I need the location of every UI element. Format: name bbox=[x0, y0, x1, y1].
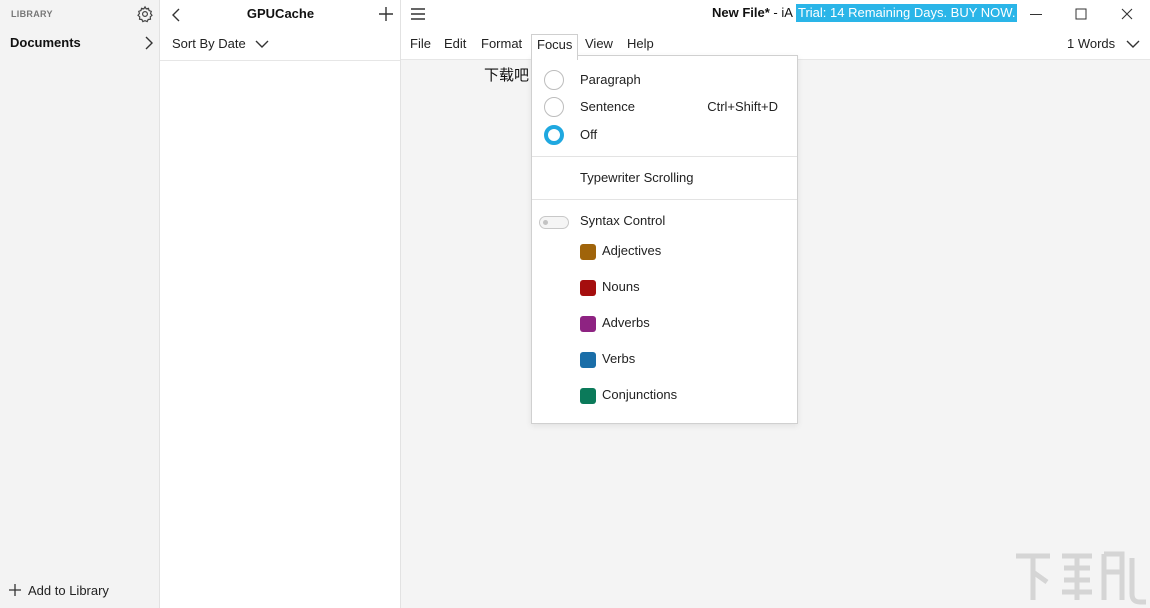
color-swatch bbox=[580, 244, 596, 260]
word-count[interactable]: 1 Words bbox=[1067, 36, 1115, 51]
syntax-item-label: Verbs bbox=[602, 351, 636, 366]
hamburger-menu-icon[interactable] bbox=[410, 7, 426, 21]
menu-edit[interactable]: Edit bbox=[439, 34, 471, 56]
close-icon bbox=[1121, 8, 1133, 20]
app-name-suffix: - iA bbox=[773, 5, 793, 20]
sort-label: Sort By Date bbox=[172, 36, 246, 51]
syntax-item-label: Nouns bbox=[602, 279, 640, 294]
library-header: LIBRARY bbox=[11, 9, 53, 19]
color-swatch bbox=[580, 352, 596, 368]
document-list-pane: GPUCache Sort By Date bbox=[160, 0, 401, 608]
syntax-control-label: Syntax Control bbox=[580, 213, 666, 228]
color-swatch bbox=[580, 280, 596, 296]
typewriter-scrolling-item[interactable]: Typewriter Scrolling bbox=[532, 166, 797, 192]
syntax-control-item[interactable]: Syntax Control bbox=[532, 209, 797, 235]
focus-mode-sentence[interactable]: Sentence Ctrl+Shift+D bbox=[532, 95, 797, 121]
divider bbox=[160, 60, 400, 61]
folder-title: GPUCache bbox=[246, 6, 315, 21]
radio-off[interactable] bbox=[544, 125, 564, 145]
menu-file[interactable]: File bbox=[405, 34, 436, 56]
minimize-button[interactable] bbox=[1013, 0, 1059, 28]
editor-text[interactable]: 下载吧 bbox=[484, 64, 529, 85]
title-bar: New File* - iA Trial: 14 Remaining Days.… bbox=[401, 0, 1150, 30]
syntax-item-label: Adjectives bbox=[602, 243, 662, 258]
document-name: New File* bbox=[712, 5, 770, 20]
syntax-item-adverbs[interactable]: Adverbs bbox=[580, 314, 790, 334]
menu-separator bbox=[532, 199, 797, 200]
minimize-icon bbox=[1030, 14, 1042, 15]
chevron-down-icon bbox=[255, 40, 269, 48]
sidebar-item-documents[interactable]: Documents bbox=[0, 32, 159, 54]
focus-menu: Paragraph Sentence Ctrl+Shift+D Off Type… bbox=[531, 55, 798, 424]
syntax-item-label: Adverbs bbox=[602, 315, 650, 330]
close-button[interactable] bbox=[1104, 0, 1150, 28]
menu-focus[interactable]: Focus bbox=[531, 34, 579, 60]
focus-mode-label: Paragraph bbox=[580, 72, 641, 87]
trial-banner[interactable]: Trial: 14 Remaining Days. BUY NOW. bbox=[796, 4, 1018, 22]
radio-sentence[interactable] bbox=[544, 97, 564, 117]
chevron-right-icon bbox=[145, 36, 153, 50]
syntax-control-toggle[interactable] bbox=[539, 216, 569, 229]
focus-mode-off[interactable]: Off bbox=[532, 123, 797, 149]
color-swatch bbox=[580, 316, 596, 332]
syntax-item-adjectives[interactable]: Adjectives bbox=[580, 242, 790, 262]
menu-separator bbox=[532, 156, 797, 157]
keyboard-shortcut: Ctrl+Shift+D bbox=[707, 99, 778, 114]
plus-icon bbox=[9, 584, 21, 596]
syntax-item-conjunctions[interactable]: Conjunctions bbox=[580, 386, 790, 406]
add-to-library-label: Add to Library bbox=[28, 583, 109, 598]
menu-view[interactable]: View bbox=[580, 34, 618, 56]
typewriter-scrolling-label: Typewriter Scrolling bbox=[580, 170, 694, 185]
chevron-down-icon[interactable] bbox=[1126, 38, 1140, 50]
new-document-plus-icon[interactable] bbox=[378, 6, 394, 22]
syntax-item-nouns[interactable]: Nouns bbox=[580, 278, 790, 298]
library-sidebar: LIBRARY Documents Add to Library bbox=[0, 0, 160, 608]
watermark-logo bbox=[1016, 551, 1146, 605]
app-window: LIBRARY Documents Add to Library GPUCach… bbox=[0, 0, 1150, 608]
gear-icon[interactable] bbox=[136, 5, 154, 23]
focus-mode-label: Off bbox=[580, 127, 598, 142]
radio-paragraph[interactable] bbox=[544, 70, 564, 90]
sidebar-item-label: Documents bbox=[10, 35, 81, 50]
maximize-button[interactable] bbox=[1058, 0, 1104, 28]
menu-format[interactable]: Format bbox=[476, 34, 527, 56]
menu-help[interactable]: Help bbox=[622, 34, 659, 56]
syntax-item-label: Conjunctions bbox=[602, 387, 678, 402]
window-title: New File* - iA bbox=[712, 5, 793, 20]
syntax-item-verbs[interactable]: Verbs bbox=[580, 350, 790, 370]
focus-mode-label: Sentence bbox=[580, 99, 635, 114]
maximize-icon bbox=[1075, 8, 1087, 20]
focus-mode-paragraph[interactable]: Paragraph bbox=[532, 68, 797, 94]
color-swatch bbox=[580, 388, 596, 404]
